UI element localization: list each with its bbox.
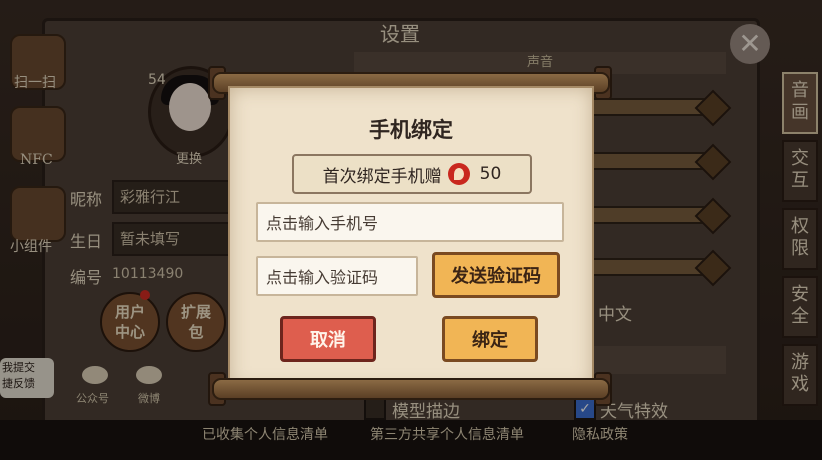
dialog-title: 手机绑定 — [369, 117, 453, 142]
scroll-rod-bottom — [212, 378, 610, 400]
bonus-banner: 首次绑定手机赠 50 — [292, 154, 532, 194]
bind-button[interactable]: 绑定 — [442, 316, 538, 362]
cancel-button[interactable]: 取消 — [280, 316, 376, 362]
bonus-amount: 50 — [479, 164, 502, 184]
code-input[interactable]: 点击输入验证码 — [256, 256, 418, 296]
code-placeholder: 点击输入验证码 — [266, 268, 379, 287]
phone-placeholder: 点击输入手机号 — [266, 214, 379, 233]
jade-coin-icon — [447, 163, 470, 185]
send-code-button[interactable]: 发送验证码 — [432, 252, 560, 298]
phone-bind-dialog: 手机绑定 首次绑定手机赠 50 点击输入手机号 点击输入验证码 发送验证码 取消… — [228, 86, 594, 390]
bonus-text: 首次绑定手机赠 — [322, 166, 442, 187]
phone-input[interactable]: 点击输入手机号 — [256, 202, 564, 242]
